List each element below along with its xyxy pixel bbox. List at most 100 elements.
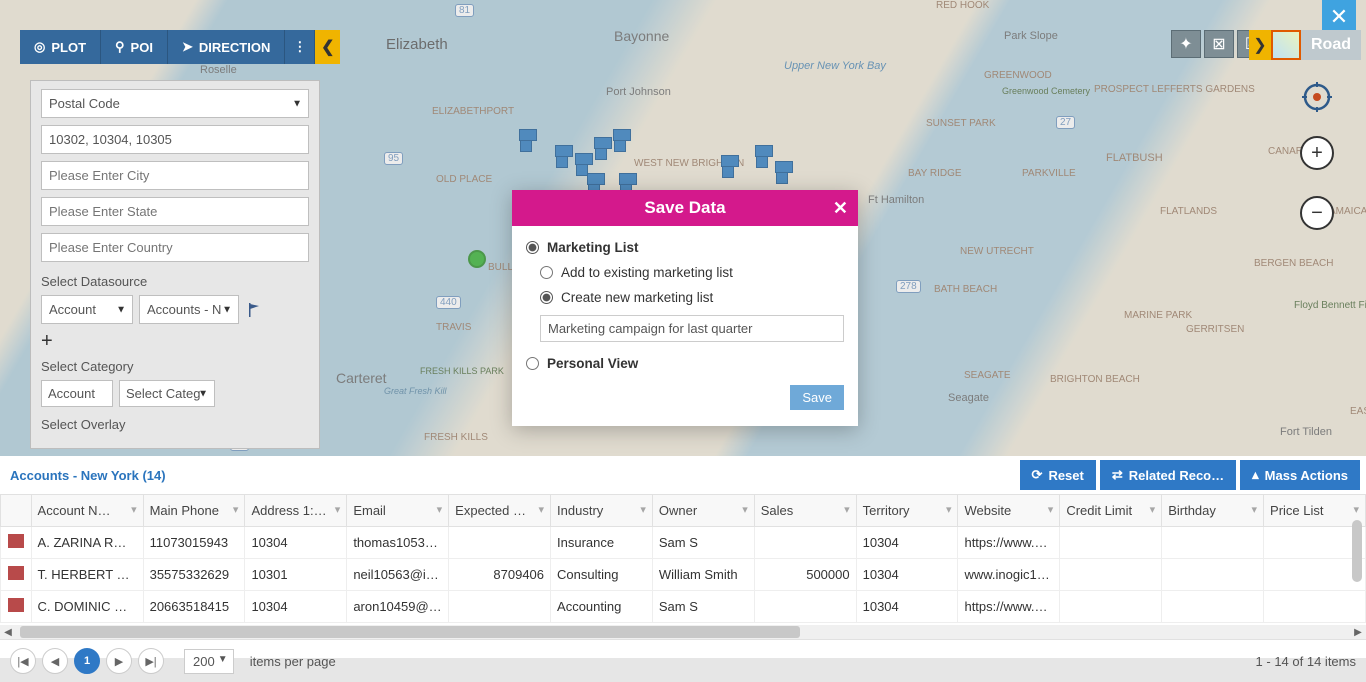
table-row[interactable]: T. HERBERT …3557533262910301neil10563@i…… [1, 559, 1366, 591]
filter-icon[interactable]: ▾ [640, 503, 646, 516]
add-datasource-button[interactable]: + [41, 330, 309, 353]
cell-credit [1060, 559, 1162, 591]
filter-icon[interactable]: ▾ [131, 503, 137, 516]
mass-actions-button[interactable]: ▴Mass Actions [1240, 460, 1360, 490]
map-pin[interactable] [595, 144, 607, 160]
deselect-tool[interactable]: ⊠ [1204, 30, 1234, 58]
map-pin[interactable] [520, 136, 532, 152]
column-header[interactable]: Expected …▾ [449, 495, 551, 527]
page-range: 1 - 14 of 14 items [1256, 654, 1356, 669]
filter-icon[interactable]: ▾ [335, 503, 341, 516]
first-page-button[interactable]: |◀ [10, 648, 36, 674]
filter-icon[interactable]: ▾ [233, 503, 239, 516]
column-header[interactable]: Birthday▾ [1162, 495, 1264, 527]
filter-icon[interactable]: ▾ [1353, 503, 1359, 516]
zoom-out-button[interactable]: − [1300, 196, 1334, 230]
column-header[interactable]: Website▾ [958, 495, 1060, 527]
filter-icon[interactable]: ▾ [539, 503, 545, 516]
scroll-left-icon[interactable]: ◀ [2, 626, 14, 638]
column-header[interactable]: Price List▾ [1264, 495, 1366, 527]
map-pin[interactable] [614, 136, 626, 152]
poi-button[interactable]: ⚲POI [101, 30, 168, 64]
column-header[interactable]: Territory▾ [856, 495, 958, 527]
select-tool[interactable]: ✦ [1171, 30, 1201, 58]
list-name-input[interactable] [540, 315, 844, 342]
filter-icon[interactable]: ▾ [437, 503, 443, 516]
filter-icon[interactable]: ▾ [1048, 503, 1054, 516]
zoom-in-button[interactable]: + [1300, 136, 1334, 170]
search-panel: Postal Code▼ Select Datasource Account▼ … [30, 80, 320, 449]
plot-button[interactable]: ◎PLOT [20, 30, 101, 64]
last-page-button[interactable]: ▶| [138, 648, 164, 674]
close-app-button[interactable]: ✕ [1322, 0, 1356, 34]
table-row[interactable]: C. DOMINIC …2066351841510304aron10459@…A… [1, 591, 1366, 623]
personal-view-radio[interactable] [526, 357, 539, 370]
search-by-select[interactable]: Postal Code▼ [41, 89, 309, 118]
column-header[interactable]: Account N…▾ [31, 495, 143, 527]
map-style-prev[interactable]: ❯ [1249, 30, 1271, 60]
marketing-list-radio[interactable] [526, 241, 539, 254]
modal-close-button[interactable]: ✕ [833, 198, 848, 219]
map-pin[interactable] [756, 152, 768, 168]
column-header[interactable]: Address 1:…▾ [245, 495, 347, 527]
select-value: Accounts - N [147, 302, 221, 317]
row-icon[interactable] [1, 559, 32, 591]
map-pin-green[interactable] [468, 250, 486, 268]
filter-icon[interactable]: ▾ [1150, 503, 1156, 516]
city-input[interactable] [41, 161, 309, 190]
menu-more-button[interactable]: ⋮ [285, 30, 315, 64]
state-input[interactable] [41, 197, 309, 226]
postal-code-input[interactable] [41, 125, 309, 154]
map-pin[interactable] [556, 152, 568, 168]
horizontal-scrollbar[interactable]: ◀ ▶ [0, 625, 1366, 639]
datasource-entity-select[interactable]: Account▼ [41, 295, 133, 324]
map-label: FLATBUSH [1106, 152, 1163, 164]
reset-button[interactable]: ⟳Reset [1020, 460, 1096, 490]
filter-icon[interactable]: ▾ [946, 503, 952, 516]
save-button[interactable]: Save [790, 385, 844, 410]
country-input[interactable] [41, 233, 309, 262]
add-existing-radio[interactable] [540, 266, 553, 279]
map-label: Carteret [336, 370, 387, 386]
map-pin[interactable] [722, 162, 734, 178]
map-label: NEW UTRECHT [960, 246, 1034, 257]
column-header[interactable]: Industry▾ [551, 495, 653, 527]
map-style-control: ❯ Road [1249, 30, 1361, 60]
scroll-thumb[interactable] [20, 626, 800, 638]
category-entity-select[interactable]: Account [41, 380, 113, 407]
filter-icon[interactable]: ▾ [742, 503, 748, 516]
cell-territory: 10304 [856, 559, 958, 591]
locate-me-button[interactable] [1300, 80, 1334, 119]
datasource-view-select[interactable]: Accounts - N▼ [139, 295, 239, 324]
map-pin[interactable] [776, 168, 788, 184]
table-row[interactable]: A. ZARINA R…1107301594310304thomas1053…I… [1, 527, 1366, 559]
column-header[interactable]: Credit Limit▾ [1060, 495, 1162, 527]
filter-icon[interactable]: ▾ [844, 503, 850, 516]
page-size-select[interactable]: 200 ▼ [184, 649, 234, 674]
map-style-thumb[interactable] [1271, 30, 1301, 60]
flag-icon[interactable] [245, 301, 263, 319]
page-size-value: 200 [193, 654, 215, 669]
cell-birthday [1162, 527, 1264, 559]
scroll-right-icon[interactable]: ▶ [1352, 626, 1364, 638]
create-new-radio[interactable] [540, 291, 553, 304]
column-header[interactable]: Sales▾ [754, 495, 856, 527]
column-header[interactable]: Owner▾ [652, 495, 754, 527]
collapse-panel-button[interactable]: ❮ [315, 30, 340, 64]
filter-icon[interactable]: ▾ [1252, 503, 1258, 516]
related-records-button[interactable]: ⇄Related Reco… [1100, 460, 1236, 490]
category-attr-select[interactable]: Select Categ▼ [119, 380, 215, 407]
vertical-scrollbar[interactable] [1352, 520, 1362, 582]
map-style-label[interactable]: Road [1301, 30, 1361, 60]
row-icon[interactable] [1, 591, 32, 623]
row-icon[interactable] [1, 527, 32, 559]
next-page-button[interactable]: ▶ [106, 648, 132, 674]
column-header[interactable]: Email▾ [347, 495, 449, 527]
sparkle-icon: ✦ [1179, 34, 1192, 54]
cell-owner: Sam S [652, 591, 754, 623]
column-header[interactable]: Main Phone▾ [143, 495, 245, 527]
chevron-left-icon: ❮ [321, 37, 334, 57]
direction-button[interactable]: ➤DIRECTION [168, 30, 285, 64]
current-page[interactable]: 1 [74, 648, 100, 674]
prev-page-button[interactable]: ◀ [42, 648, 68, 674]
